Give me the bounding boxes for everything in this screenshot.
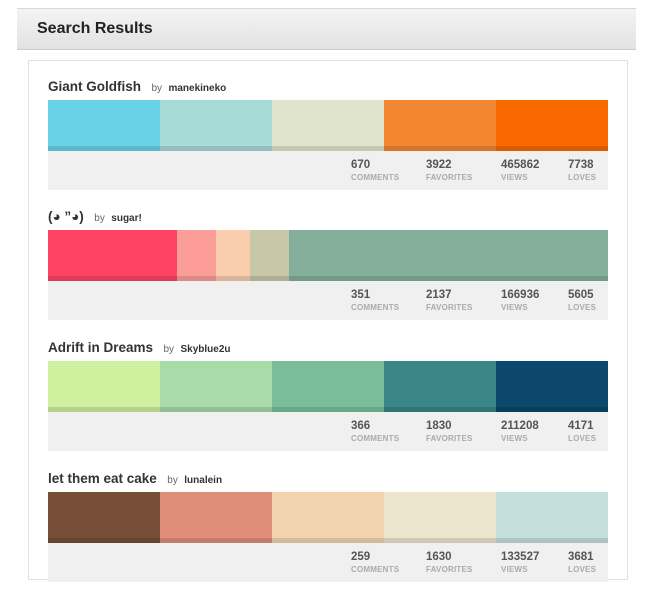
color-swatch[interactable] [160, 361, 272, 412]
comments-label: COMMENTS [351, 303, 400, 312]
favorites-count: 1830 [426, 420, 452, 432]
palette-title-link[interactable]: (◕ ”◕) [48, 209, 84, 224]
color-swatch[interactable] [272, 100, 384, 151]
comments-label: COMMENTS [351, 173, 400, 182]
palette-author-link[interactable]: manekineko [168, 83, 226, 94]
views-label: VIEWS [501, 173, 528, 182]
color-swatch[interactable] [496, 492, 608, 543]
color-swatch[interactable] [160, 492, 272, 543]
comments-count: 670 [351, 159, 371, 171]
views-label: VIEWS [501, 303, 528, 312]
favorites-label: FAVORITES [426, 565, 473, 574]
favorites-stat: 2137 FAVORITES [426, 288, 473, 313]
palette-author-link[interactable]: sugar! [111, 213, 142, 224]
comments-stat: 366 COMMENTS [351, 419, 399, 444]
loves-stat: 4171 LOVES [568, 419, 596, 444]
views-count: 465862 [501, 159, 540, 171]
loves-count: 5605 [568, 289, 594, 301]
palette-title-link[interactable]: Adrift in Dreams [48, 340, 153, 355]
comments-stat: 259 COMMENTS [351, 550, 399, 575]
comments-count: 259 [351, 551, 371, 563]
palette-swatches[interactable] [48, 230, 609, 281]
palette-author-link[interactable]: lunalein [184, 475, 222, 486]
palette-stats: 366 COMMENTS 1830 FAVORITES 211208 VIEWS… [48, 412, 608, 451]
search-results-header: Search Results [17, 8, 636, 50]
loves-label: LOVES [568, 303, 597, 312]
palette-author-link[interactable]: Skyblue2u [181, 344, 231, 355]
favorites-count: 2137 [426, 289, 452, 301]
favorites-label: FAVORITES [426, 434, 473, 443]
palette-card: Giant Goldfish by manekineko 670 COMMENT… [48, 78, 608, 220]
loves-stat: 7738 LOVES [568, 158, 596, 183]
palette-stats: 670 COMMENTS 3922 FAVORITES 465862 VIEWS… [48, 151, 608, 190]
loves-count: 4171 [568, 420, 594, 432]
color-swatch[interactable] [384, 100, 496, 151]
loves-stat: 3681 LOVES [568, 550, 596, 575]
views-count: 211208 [501, 420, 539, 432]
by-label: by [167, 475, 178, 486]
comments-stat: 670 COMMENTS [351, 158, 399, 183]
views-stat: 166936 VIEWS [501, 288, 539, 313]
palette-title-link[interactable]: Giant Goldfish [48, 79, 141, 94]
views-label: VIEWS [501, 434, 528, 443]
palette-swatches[interactable] [48, 492, 608, 543]
color-swatch[interactable] [496, 361, 608, 412]
comments-stat: 351 COMMENTS [351, 288, 399, 313]
palette-stats: 351 COMMENTS 2137 FAVORITES 166936 VIEWS… [48, 281, 608, 320]
palette-card: Adrift in Dreams by Skyblue2u 366 COMMEN… [48, 339, 608, 481]
loves-count: 7738 [568, 159, 594, 171]
palette-title-row: let them eat cake by lunalein [48, 470, 222, 492]
color-swatch[interactable] [384, 361, 496, 412]
page-title: Search Results [37, 20, 153, 37]
favorites-label: FAVORITES [426, 303, 473, 312]
palette-card: let them eat cake by lunalein 259 COMMEN… [48, 470, 608, 612]
color-swatch[interactable] [288, 230, 609, 281]
color-swatch[interactable] [48, 100, 160, 151]
comments-count: 366 [351, 420, 371, 432]
palette-title-row: Giant Goldfish by manekineko [48, 78, 226, 100]
color-swatch[interactable] [215, 230, 250, 281]
views-label: VIEWS [501, 565, 528, 574]
loves-count: 3681 [568, 551, 594, 563]
loves-label: LOVES [568, 434, 597, 443]
favorites-stat: 1830 FAVORITES [426, 419, 473, 444]
favorites-label: FAVORITES [426, 173, 473, 182]
favorites-count: 3922 [426, 159, 452, 171]
views-stat: 211208 VIEWS [501, 419, 539, 444]
palette-swatches[interactable] [48, 100, 608, 151]
views-count: 166936 [501, 289, 540, 301]
by-label: by [151, 83, 163, 94]
palette-title-row: Adrift in Dreams by Skyblue2u [48, 339, 231, 361]
color-swatch[interactable] [176, 230, 217, 281]
palette-title-link[interactable]: let them eat cake [48, 471, 157, 486]
views-stat: 133527 VIEWS [501, 550, 539, 575]
palette-title-row: (◕ ”◕) by sugar! [48, 208, 142, 230]
loves-label: LOVES [568, 565, 597, 574]
by-label: by [94, 213, 105, 224]
views-stat: 465862 VIEWS [501, 158, 539, 183]
favorites-count: 1630 [426, 551, 452, 563]
palette-stats: 259 COMMENTS 1630 FAVORITES 133527 VIEWS… [48, 543, 608, 582]
loves-label: LOVES [568, 173, 597, 182]
color-swatch[interactable] [48, 230, 177, 281]
favorites-stat: 3922 FAVORITES [426, 158, 473, 183]
comments-count: 351 [351, 289, 371, 301]
color-swatch[interactable] [272, 492, 384, 543]
comments-label: COMMENTS [351, 434, 400, 443]
favorites-stat: 1630 FAVORITES [426, 550, 473, 575]
by-label: by [163, 344, 175, 355]
color-swatch[interactable] [48, 361, 160, 412]
color-swatch[interactable] [249, 230, 289, 281]
comments-label: COMMENTS [351, 565, 400, 574]
views-count: 133527 [501, 551, 540, 563]
color-swatch[interactable] [160, 100, 272, 151]
color-swatch[interactable] [384, 492, 496, 543]
color-swatch[interactable] [272, 361, 384, 412]
color-swatch[interactable] [48, 492, 160, 543]
loves-stat: 5605 LOVES [568, 288, 596, 313]
palette-swatches[interactable] [48, 361, 608, 412]
color-swatch[interactable] [496, 100, 608, 151]
palette-card: (◕ ”◕) by sugar! 351 COMMENTS 2137 FAVOR… [48, 208, 609, 350]
